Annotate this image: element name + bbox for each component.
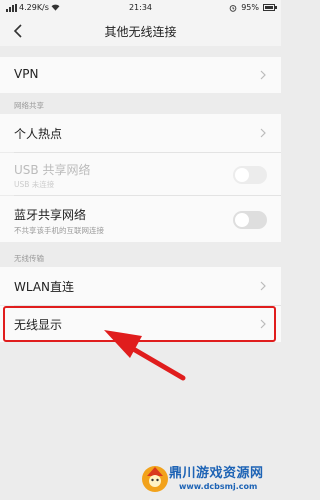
watermark-logo-icon <box>142 466 168 492</box>
hotspot-label: 个人热点 <box>14 127 63 141</box>
bluetooth-tethering-label: 蓝牙共享网络 <box>14 208 87 222</box>
wlan-direct-row[interactable]: WLAN直连 <box>0 267 281 305</box>
chevron-right-icon <box>260 128 266 138</box>
hotspot-row[interactable]: 个人热点 <box>0 114 281 152</box>
section-network-sharing: 网络共享 <box>14 101 44 110</box>
page-title: 其他无线连接 <box>104 25 177 39</box>
bluetooth-tethering-status: 不共享该手机的互联网连接 <box>14 226 104 235</box>
header: 其他无线连接 <box>0 16 281 46</box>
bluetooth-tethering-toggle[interactable] <box>233 211 267 229</box>
chevron-right-icon <box>260 70 266 80</box>
status-right: 95% <box>229 3 277 12</box>
vpn-label: VPN <box>14 67 39 81</box>
watermark-url: www.dcbsmj.com <box>179 482 258 491</box>
vpn-row[interactable]: VPN <box>0 57 281 93</box>
chevron-right-icon <box>260 319 266 329</box>
wlan-direct-label: WLAN直连 <box>14 280 75 294</box>
bluetooth-tethering-row[interactable]: 蓝牙共享网络 不共享该手机的互联网连接 <box>0 196 281 242</box>
chevron-right-icon <box>260 281 266 291</box>
usb-tethering-status: USB 未连接 <box>14 180 55 189</box>
battery-percent: 95% <box>241 3 259 12</box>
section-wireless-transfer: 无线传输 <box>14 254 44 263</box>
usb-tethering-row: USB 共享网络 USB 未连接 <box>0 153 281 195</box>
usb-tethering-label: USB 共享网络 <box>14 163 91 177</box>
watermark-title: 鼎川游戏资源网 <box>169 466 264 481</box>
wireless-display-label: 无线显示 <box>14 318 63 332</box>
usb-tethering-toggle <box>233 166 267 184</box>
wireless-display-row[interactable]: 无线显示 <box>0 306 281 342</box>
status-bar: 4.29K/s 21:34 95% <box>0 0 281 16</box>
watermark: 鼎川游戏资源网 www.dcbsmj.com <box>139 460 279 498</box>
battery-icon <box>263 4 277 11</box>
alarm-icon <box>229 4 237 12</box>
